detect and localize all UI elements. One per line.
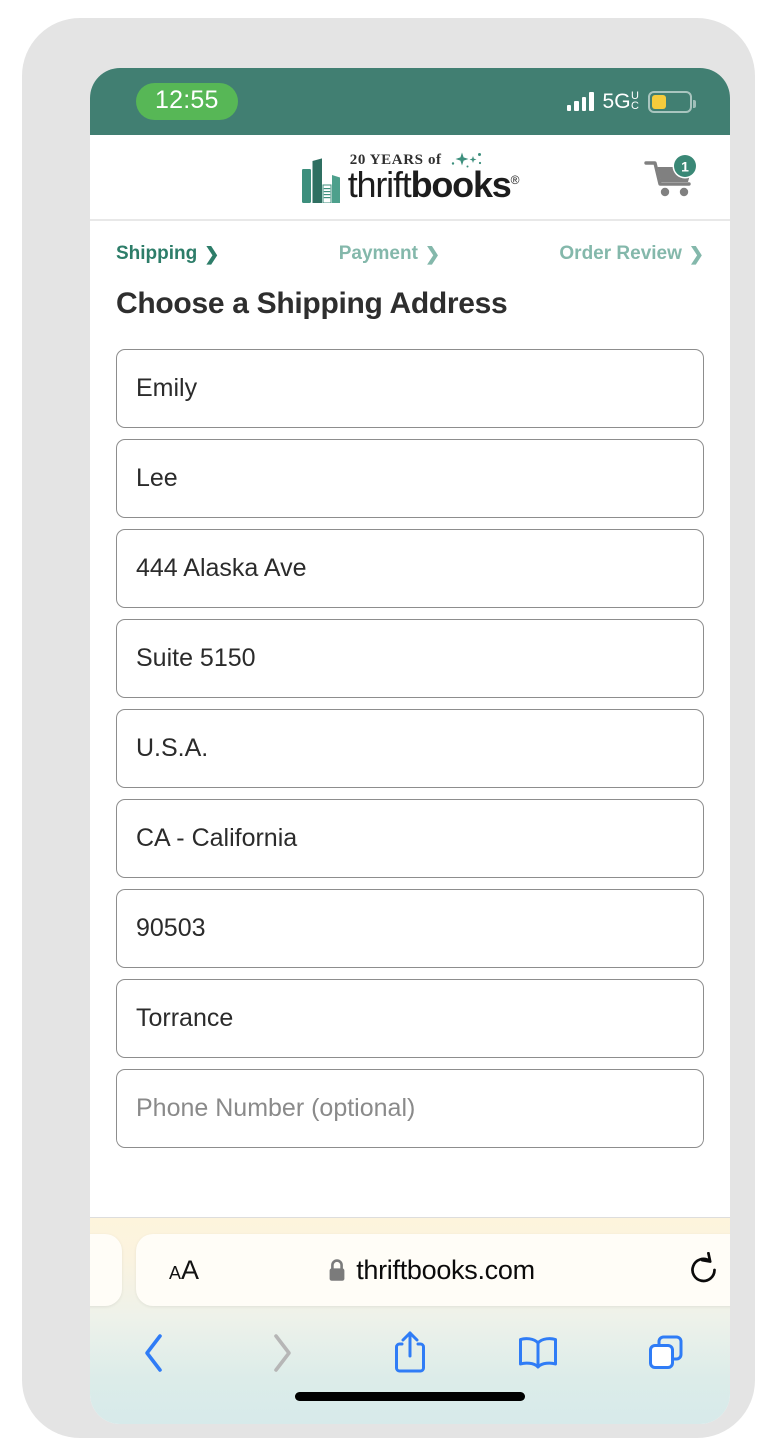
step-shipping-label: Shipping — [116, 243, 198, 264]
address-line-2-input[interactable]: Suite 5150 — [116, 619, 704, 698]
book-icon — [519, 1337, 557, 1369]
chevron-right-icon — [274, 1334, 291, 1372]
chevron-right-icon: ❯ — [424, 243, 441, 264]
url-text: thriftbooks.com — [356, 1254, 535, 1285]
shopping-cart-icon: 1 — [644, 153, 698, 197]
logo-word-books: books — [410, 164, 512, 205]
step-payment[interactable]: Payment ❯ — [339, 243, 440, 265]
step-order-review[interactable]: Order Review ❯ — [559, 243, 704, 265]
network-type-text: 5G — [602, 90, 631, 113]
battery-low-power-icon — [648, 90, 696, 113]
chevron-right-icon: ❯ — [204, 243, 220, 264]
text-size-large-a: A — [181, 1254, 200, 1285]
chevron-left-icon — [145, 1334, 162, 1372]
bookmarks-button[interactable] — [474, 1333, 602, 1373]
logo-word-thrift: thrift — [347, 164, 412, 205]
postal-code-input[interactable]: 90503 — [116, 889, 704, 968]
cart-button[interactable]: 1 — [644, 153, 702, 200]
page-title: Choose a Shipping Address — [116, 287, 508, 320]
share-button[interactable] — [346, 1330, 474, 1376]
phone-screen: 12:55 5G U C 20 YEARS of thriftbooks® 1 … — [90, 68, 730, 1424]
url-display[interactable]: thriftbooks.com — [202, 1255, 660, 1286]
step-payment-label: Payment — [338, 243, 418, 264]
state-select[interactable]: CA - California — [116, 799, 704, 878]
status-time: 12:55 — [136, 83, 238, 120]
reload-icon — [691, 1252, 716, 1283]
safari-bottom-bar: AA thriftbooks.com — [90, 1217, 730, 1424]
first-name-input[interactable]: Emily — [116, 349, 704, 428]
status-bar: 12:55 5G U C — [90, 68, 730, 135]
phone-number-input[interactable]: Phone Number (optional) — [116, 1069, 704, 1148]
network-sub: C — [631, 100, 639, 112]
country-select[interactable]: U.S.A. — [116, 709, 704, 788]
network-type-label: 5G U C — [602, 90, 639, 113]
checkout-steps-nav: Shipping ❯ Payment ❯ Order Review ❯ — [90, 221, 730, 265]
text-size-small-a: A — [168, 1262, 181, 1283]
home-indicator — [295, 1392, 525, 1401]
share-icon — [395, 1331, 425, 1373]
chevron-right-icon: ❯ — [688, 243, 704, 264]
cellular-signal-icon — [566, 92, 594, 111]
logo-wordmark: thriftbooks® — [347, 164, 520, 205]
back-button[interactable] — [90, 1331, 218, 1375]
city-input[interactable]: Torrance — [116, 979, 704, 1058]
phone-frame: 12:55 5G U C 20 YEARS of thriftbooks® 1 … — [22, 18, 755, 1438]
logo-registered-mark: ® — [510, 173, 520, 187]
step-shipping[interactable]: Shipping ❯ — [116, 243, 219, 265]
tabs-button[interactable] — [602, 1333, 730, 1373]
site-header: 20 YEARS of thriftbooks® 1 — [90, 135, 730, 221]
thriftbooks-logo[interactable]: 20 YEARS of thriftbooks® — [301, 151, 520, 205]
forward-button — [218, 1331, 346, 1375]
lock-icon — [329, 1258, 345, 1281]
browser-toolbar — [90, 1322, 730, 1384]
last-name-input[interactable]: Lee — [116, 439, 704, 518]
step-order-review-label: Order Review — [559, 243, 682, 264]
adjacent-tab-peek[interactable] — [90, 1234, 122, 1306]
cart-count-text: 1 — [681, 159, 689, 175]
tabs-icon — [649, 1335, 683, 1369]
stacked-books-icon — [301, 158, 340, 203]
url-bar[interactable]: AA thriftbooks.com — [136, 1234, 730, 1306]
status-indicators: 5G U C — [566, 90, 696, 113]
reload-button[interactable] — [660, 1252, 730, 1288]
shipping-address-form: Emily Lee 444 Alaska Ave Suite 5150 U.S.… — [90, 321, 730, 1148]
street-address-input[interactable]: 444 Alaska Ave — [116, 529, 704, 608]
